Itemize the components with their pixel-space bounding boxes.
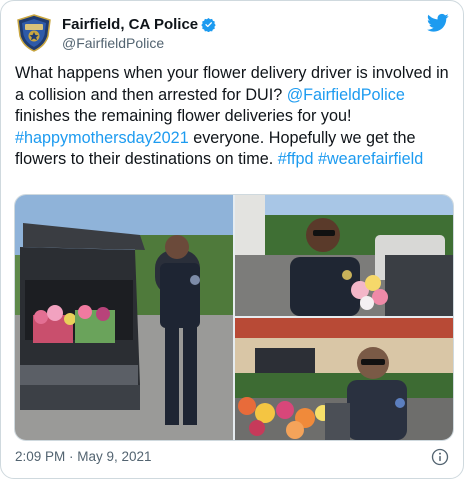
- hashtag-link[interactable]: #ffpd: [278, 150, 314, 168]
- hashtag-link[interactable]: #happymothersday2021: [15, 129, 189, 147]
- tweet-timestamp[interactable]: 2:09 PM · May 9, 2021: [15, 449, 152, 464]
- tweet-text-part: finishes the remaining flower deliveries…: [15, 107, 352, 125]
- media-grid: [14, 194, 454, 441]
- author-display-name-row[interactable]: Fairfield, CA Police: [62, 15, 216, 34]
- author-display-name[interactable]: Fairfield, CA Police: [62, 15, 198, 34]
- verified-badge-icon: [201, 17, 216, 32]
- tweet-footer: 2:09 PM · May 9, 2021: [15, 448, 449, 469]
- hashtag-link[interactable]: #wearefairfield: [318, 150, 423, 168]
- author-handle[interactable]: @FairfieldPolice: [62, 34, 216, 53]
- author-names: Fairfield, CA Police @FairfieldPolice: [62, 15, 216, 53]
- tweet-text: What happens when your flower delivery d…: [15, 63, 455, 171]
- mention-link[interactable]: @FairfieldPolice: [287, 86, 405, 104]
- tweet-header: Fairfield, CA Police @FairfieldPolice: [15, 11, 449, 57]
- info-icon[interactable]: [431, 448, 449, 466]
- photo-officer-with-flowers-smiling[interactable]: [235, 195, 453, 316]
- photo-officer-at-car-trunk[interactable]: [15, 195, 233, 440]
- photo-officer-in-car-with-flowers[interactable]: [235, 318, 453, 440]
- twitter-bird-icon[interactable]: [427, 13, 449, 33]
- tweet-card[interactable]: Fairfield, CA Police @FairfieldPolice Wh…: [0, 0, 464, 479]
- police-badge-avatar[interactable]: [15, 14, 53, 52]
